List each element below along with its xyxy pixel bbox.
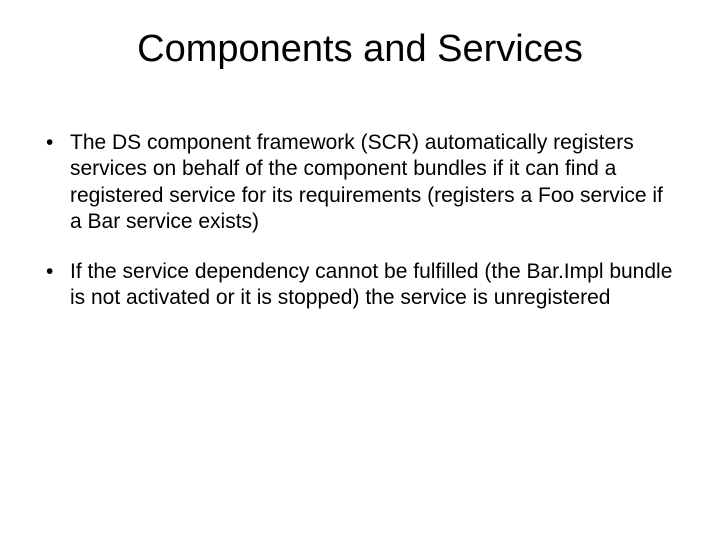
- slide-body: The DS component framework (SCR) automat…: [40, 130, 680, 336]
- slide: Components and Services The DS component…: [0, 0, 720, 540]
- bullet-list: The DS component framework (SCR) automat…: [40, 130, 680, 312]
- slide-title: Components and Services: [0, 28, 720, 71]
- list-item: If the service dependency cannot be fulf…: [40, 259, 680, 312]
- list-item: The DS component framework (SCR) automat…: [40, 130, 680, 235]
